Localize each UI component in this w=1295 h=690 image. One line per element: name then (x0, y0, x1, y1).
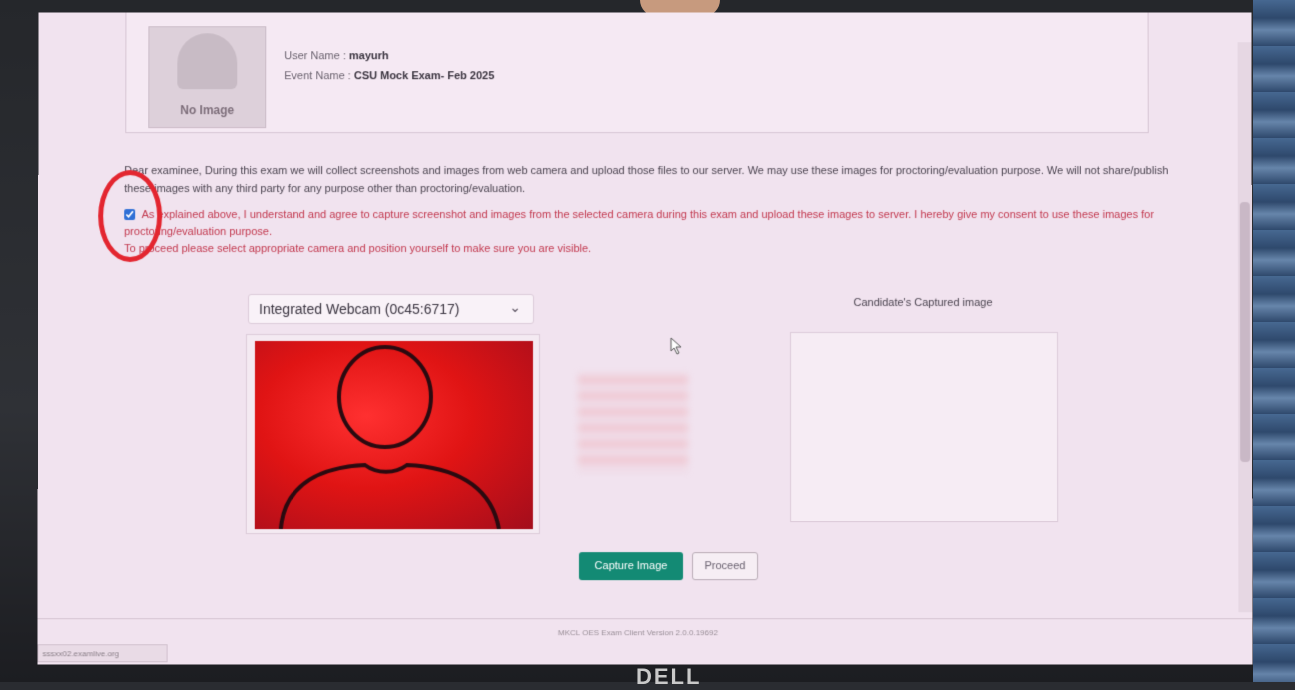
scrollbar-thumb[interactable] (1240, 202, 1250, 462)
capture-image-button[interactable]: Capture Image (579, 552, 683, 580)
proceed-button[interactable]: Proceed (692, 552, 758, 580)
screen-glare (578, 372, 688, 472)
monitor-brand-logo: DELL (636, 664, 701, 690)
no-image-label: No Image (149, 103, 265, 117)
privacy-notice: Dear examinee, During this exam we will … (124, 162, 1184, 198)
avatar-icon (177, 33, 237, 89)
user-name-label: User Name : (284, 50, 346, 62)
consent-instruction: To proceed please select appropriate cam… (124, 241, 1184, 258)
annotation-circle (98, 170, 162, 262)
user-name-row: User Name : mayurh (284, 46, 494, 66)
profile-info: User Name : mayurh Event Name : CSU Mock… (284, 46, 494, 86)
profile-card: No Image User Name : mayurh Event Name :… (125, 12, 1148, 133)
background-edge (1253, 0, 1295, 682)
event-name-row: Event Name : CSU Mock Exam- Feb 2025 (284, 66, 494, 86)
captured-image-title: Candidate's Captured image (790, 297, 1056, 309)
webcam-feed (255, 341, 533, 529)
event-name-label: Event Name : (284, 70, 351, 82)
person-silhouette-icon (255, 341, 533, 529)
webcam-preview (246, 334, 540, 534)
event-name-value: CSU Mock Exam- Feb 2025 (354, 70, 495, 82)
camera-select-value: Integrated Webcam (0c45:6717) (259, 301, 460, 317)
consent-text: As explained above, I understand and agr… (124, 209, 1154, 238)
captured-image-box (790, 332, 1058, 522)
consent-section: As explained above, I understand and agr… (124, 207, 1184, 258)
camera-select[interactable]: Integrated Webcam (0c45:6717) ⌄ (248, 294, 534, 324)
chevron-down-icon: ⌄ (509, 299, 521, 316)
status-bar-url: sssxx02.examlive.org (37, 644, 167, 662)
browser-screen: No Image User Name : mayurh Event Name :… (37, 12, 1252, 664)
vertical-scrollbar[interactable] (1238, 42, 1253, 612)
monitor-photo-frame: No Image User Name : mayurh Event Name :… (0, 0, 1295, 682)
mouse-cursor-icon (670, 337, 684, 355)
consent-row: As explained above, I understand and agr… (124, 207, 1184, 241)
user-name-value: mayurh (349, 50, 389, 62)
footer-version: MKCL OES Exam Client Version 2.0.0.19692 (38, 628, 1239, 637)
footer-divider (38, 618, 1253, 619)
profile-photo-placeholder: No Image (148, 26, 266, 128)
